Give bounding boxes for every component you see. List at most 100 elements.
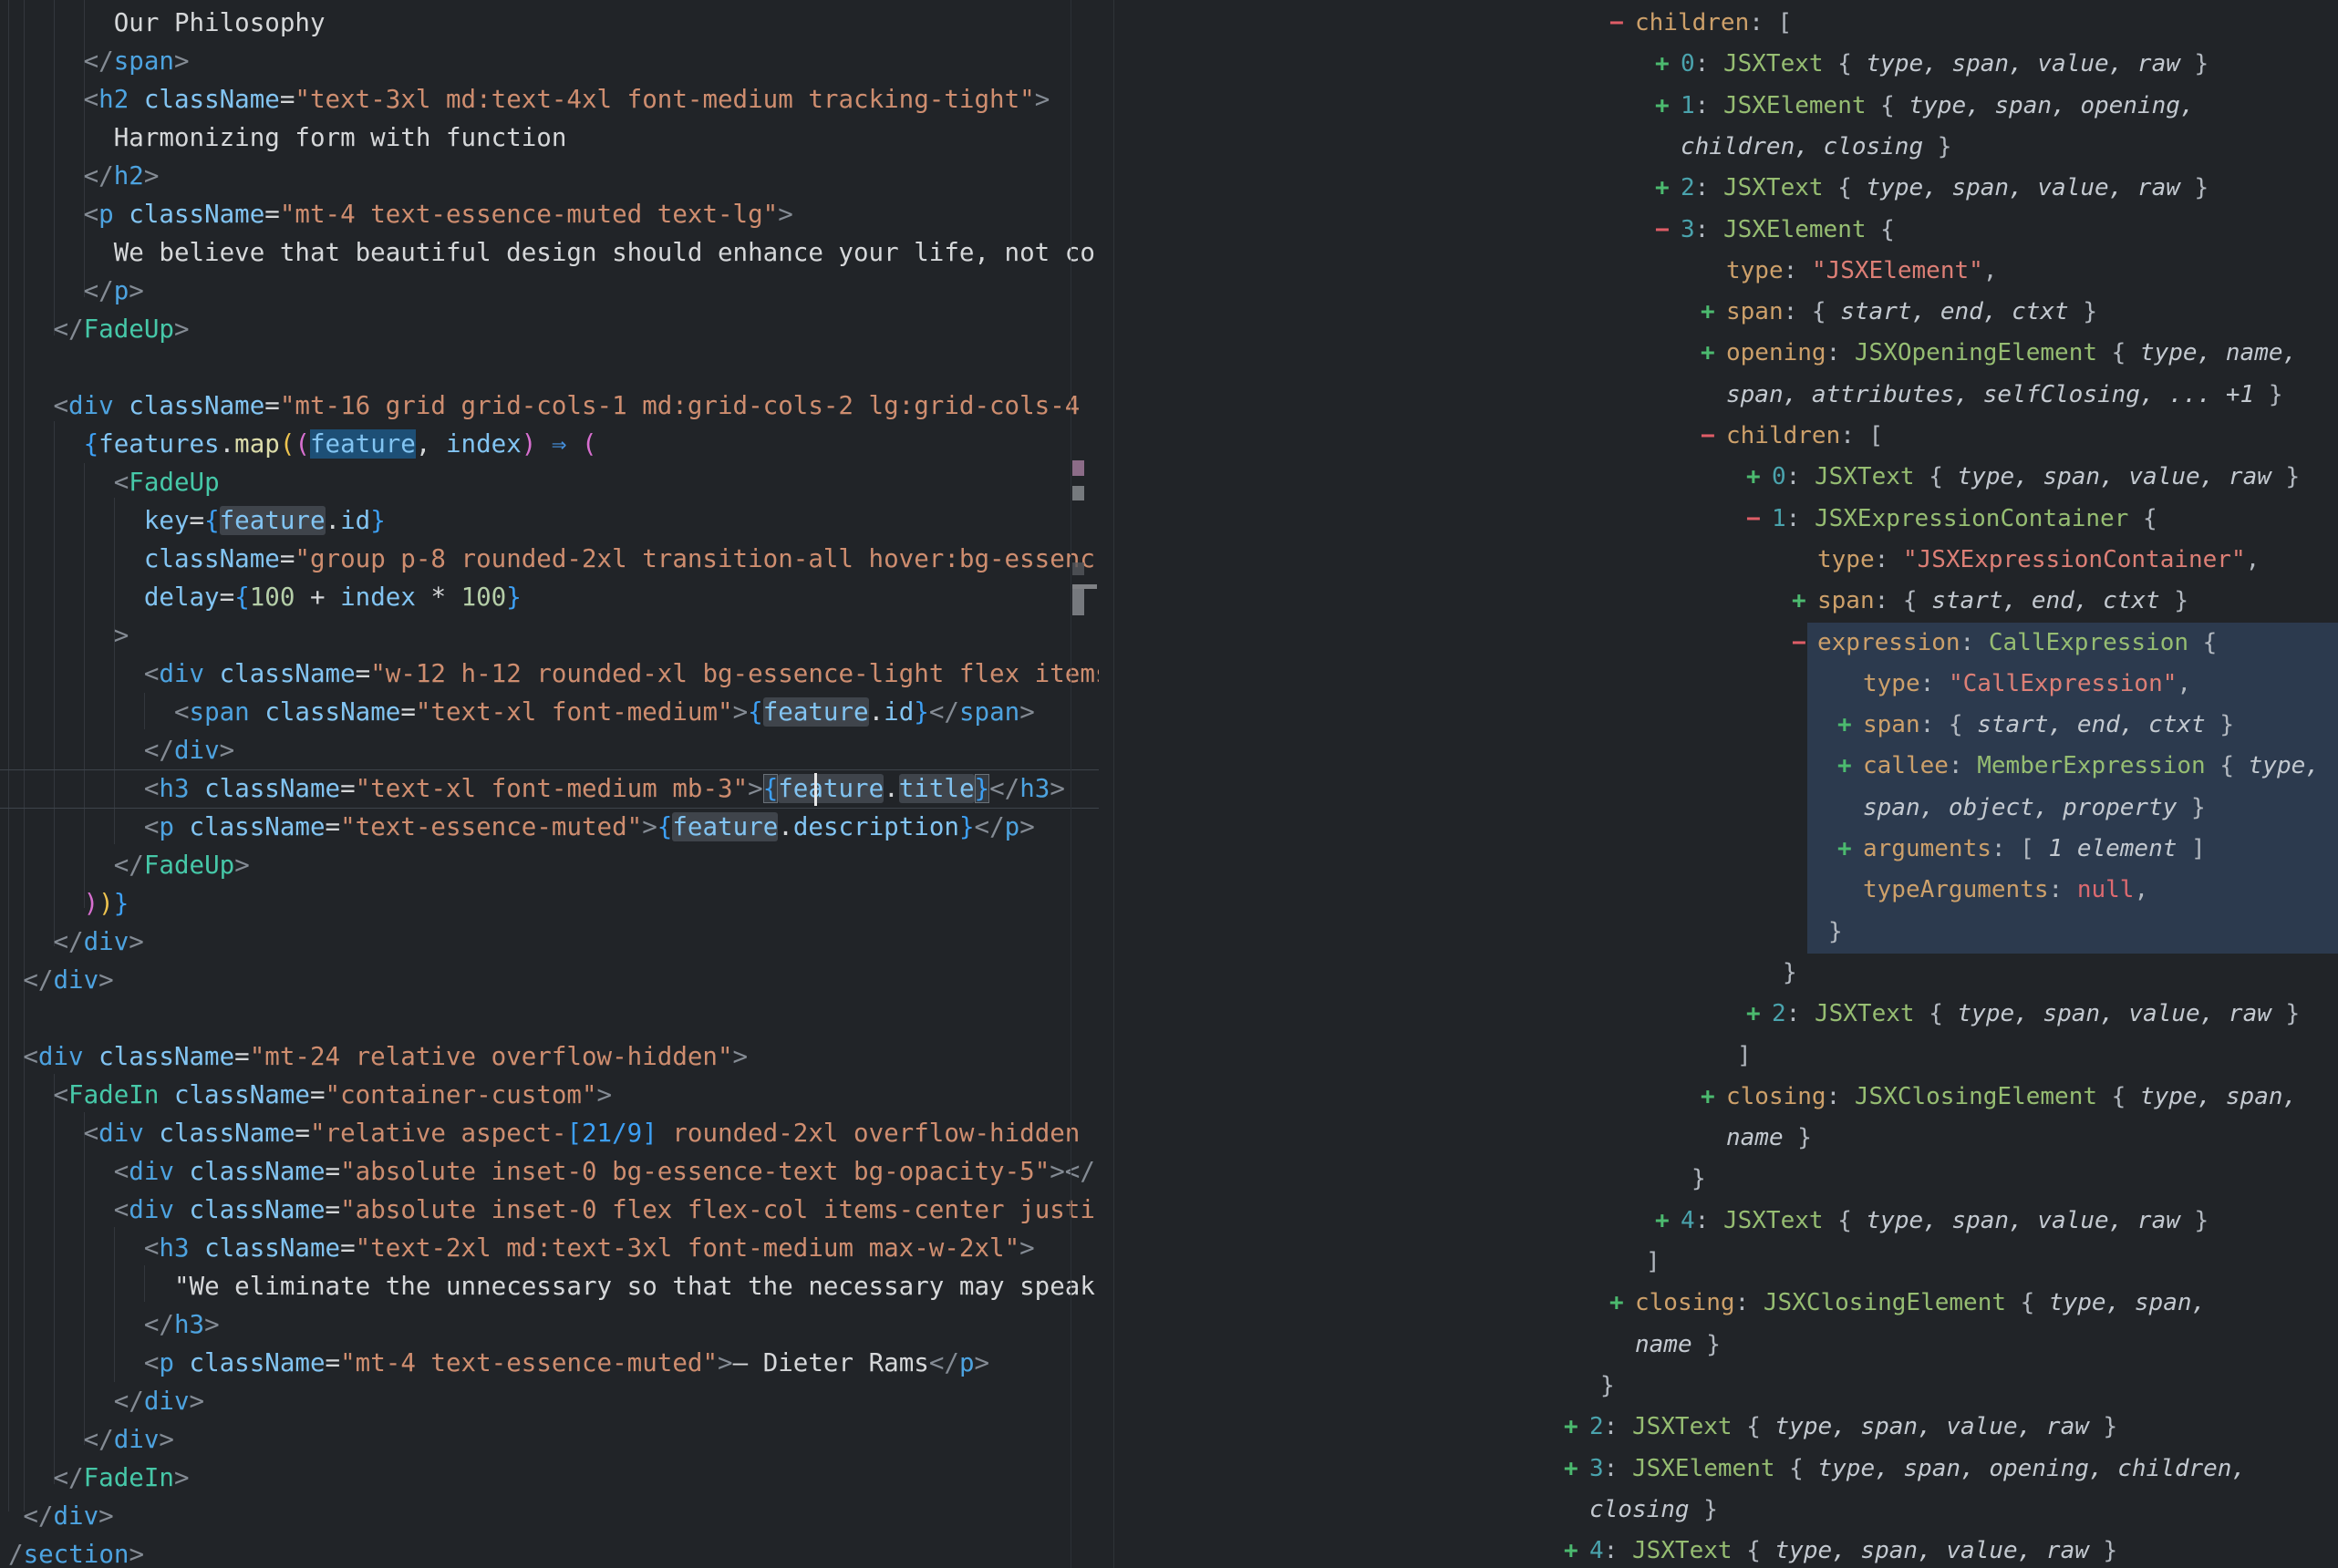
expand-icon[interactable]: + [1655,86,1681,127]
ast-row[interactable]: name } [1635,1325,1721,1366]
ast-row[interactable]: +4: JSXText { type, span, value, raw } [1655,1201,2209,1242]
expand-icon[interactable]: + [1701,292,1726,333]
ast-row[interactable]: type: "JSXElement", [1726,251,1997,292]
ast-row[interactable]: span, attributes, selfClosing, ... +1 } [1726,375,2283,416]
code-line[interactable]: <div className="mt-24 relative overflow-… [23,1037,748,1076]
ast-row[interactable]: +1: JSXElement { type, span, opening, [1655,86,2195,127]
collapse-icon[interactable]: − [1655,210,1681,251]
code-line[interactable]: </FadeUp> [114,846,250,884]
code-line[interactable]: </div> [84,1420,174,1459]
expand-icon[interactable]: + [1837,746,1863,787]
code-line[interactable]: <div className="relative aspect-[21/9] r… [84,1114,1081,1152]
ast-row[interactable]: +0: JSXText { type, span, value, raw } [1655,44,2209,85]
ast-row[interactable]: ] [1646,1242,1660,1283]
ast-row[interactable]: +arguments: [ 1 element ] [1837,829,2206,870]
code-line[interactable]: <h3 className="text-2xl md:text-3xl font… [144,1229,1035,1267]
code-line[interactable]: </div> [23,1497,113,1535]
ast-row[interactable]: type: "CallExpression", [1863,664,2191,705]
ast-row[interactable]: +span: { start, end, ctxt } [1701,292,2097,333]
expand-icon[interactable]: + [1564,1407,1589,1448]
ast-row[interactable]: closing } [1589,1490,1718,1531]
code-editor-pane[interactable]: Our Philosophy</span><h2 className="text… [0,0,1099,1568]
code-line[interactable]: <p className="text-essence-muted">{featu… [144,808,1035,846]
code-line[interactable]: className="group p-8 rounded-2xl transit… [144,540,1095,578]
ast-row[interactable]: −1: JSXExpressionContainer { [1746,499,2157,540]
code-line[interactable]: </div> [144,731,234,769]
ast-tree-pane[interactable]: −children: [+0: JSXText { type, span, va… [1113,0,2338,1568]
ast-row[interactable]: +2: JSXText { type, span, value, raw } [1564,1407,2117,1448]
expand-icon[interactable]: + [1564,1449,1589,1490]
code-line[interactable]: We believe that beautiful design should … [114,233,1095,272]
ast-row[interactable]: +4: JSXText { type, span, value, raw } [1564,1531,2117,1568]
expand-icon[interactable]: + [1701,1077,1726,1118]
code-line[interactable]: <FadeIn className="container-custom"> [53,1076,612,1114]
ast-row[interactable]: +2: JSXText { type, span, value, raw } [1746,994,2300,1035]
expand-icon[interactable]: + [1746,457,1772,498]
ast-row[interactable]: type: "JSXExpressionContainer", [1817,540,2260,581]
code-line[interactable]: Harmonizing form with function [114,119,567,157]
ast-row[interactable]: } [1828,912,1843,953]
expand-icon[interactable]: + [1792,581,1817,622]
code-line[interactable]: <h2 className="text-3xl md:text-4xl font… [84,80,1050,119]
code-line[interactable]: </FadeUp> [53,310,189,348]
expand-icon[interactable]: + [1746,994,1772,1035]
code-line[interactable]: </span> [84,42,190,80]
expand-icon[interactable]: + [1655,44,1681,85]
ast-row[interactable]: span, object, property } [1863,788,2206,829]
ast-row[interactable]: } [1691,1159,1706,1200]
code-line[interactable]: /section> [8,1535,144,1568]
expand-icon[interactable]: + [1837,829,1863,870]
code-line[interactable]: </p> [84,272,144,310]
ast-row[interactable]: +3: JSXElement { type, span, opening, ch… [1564,1449,2246,1490]
code-line[interactable]: <div className="w-12 h-12 rounded-xl bg-… [144,655,1099,693]
ast-row[interactable]: ] [1737,1036,1752,1077]
code-line[interactable]: </div> [23,961,113,999]
code-line[interactable]: <p className="mt-4 text-essence-muted te… [84,195,793,233]
code-line[interactable]: <div className="mt-16 grid grid-cols-1 m… [53,387,1080,425]
ast-row[interactable]: +span: { start, end, ctxt } [1792,581,2188,622]
ast-row[interactable]: +0: JSXText { type, span, value, raw } [1746,457,2300,498]
code-line[interactable]: Our Philosophy [114,4,326,42]
code-line[interactable]: </h2> [84,157,160,195]
code-line[interactable]: delay={100 + index * 100} [144,578,522,616]
collapse-icon[interactable]: − [1701,416,1726,457]
code-line[interactable]: <h3 className="text-xl font-medium mb-3"… [144,769,1065,808]
expand-icon[interactable]: + [1701,333,1726,374]
code-line[interactable]: <span className="text-xl font-medium">{f… [174,693,1035,731]
ast-row[interactable]: } [1783,953,1797,994]
code-line[interactable]: > [114,616,129,655]
ast-row[interactable]: +closing: JSXClosingElement { type, span… [1701,1077,2297,1118]
expand-icon[interactable]: + [1609,1283,1635,1324]
collapse-icon[interactable]: − [1792,623,1817,664]
ast-row[interactable]: name } [1726,1118,1812,1159]
code-line[interactable]: key={feature.id} [144,501,386,540]
code-line[interactable]: <div className="absolute inset-0 bg-esse… [114,1152,1095,1191]
ast-row[interactable]: −3: JSXElement { [1655,210,1895,251]
code-line[interactable]: <FadeUp [114,463,220,501]
ast-row[interactable]: −expression: CallExpression { [1792,623,2217,664]
ast-row[interactable]: +span: { start, end, ctxt } [1837,705,2234,746]
code-line[interactable]: </div> [53,923,143,961]
code-line[interactable]: <div className="absolute inset-0 flex fl… [114,1191,1095,1229]
code-line[interactable]: {features.map((feature, index) ⇒ ( [84,425,597,463]
code-line[interactable]: <p className="mt-4 text-essence-muted">—… [144,1344,989,1382]
ast-row[interactable]: +opening: JSXOpeningElement { type, name… [1701,333,2297,374]
code-line[interactable]: "We eliminate the unnecessary so that th… [174,1267,1095,1305]
collapse-icon[interactable]: − [1746,499,1772,540]
expand-icon[interactable]: + [1655,1201,1681,1242]
expand-icon[interactable]: + [1655,168,1681,209]
code-line[interactable]: </div> [114,1382,204,1420]
ast-row[interactable]: +closing: JSXClosingElement { type, span… [1609,1283,2206,1324]
ast-row[interactable]: +callee: MemberExpression { type, [1837,746,2320,787]
ast-row[interactable]: children, closing } [1681,127,1951,168]
expand-icon[interactable]: + [1564,1531,1589,1568]
ast-row[interactable]: typeArguments: null, [1863,870,2148,911]
ast-row[interactable]: −children: [ [1609,3,1792,44]
code-line[interactable]: </FadeIn> [53,1459,189,1497]
ast-row[interactable]: +2: JSXText { type, span, value, raw } [1655,168,2209,209]
ast-row[interactable]: −children: [ [1701,416,1883,457]
code-line[interactable]: </h3> [144,1305,220,1344]
expand-icon[interactable]: + [1837,705,1863,746]
code-line[interactable]: ))} [84,884,129,923]
ast-row[interactable]: } [1600,1366,1615,1407]
